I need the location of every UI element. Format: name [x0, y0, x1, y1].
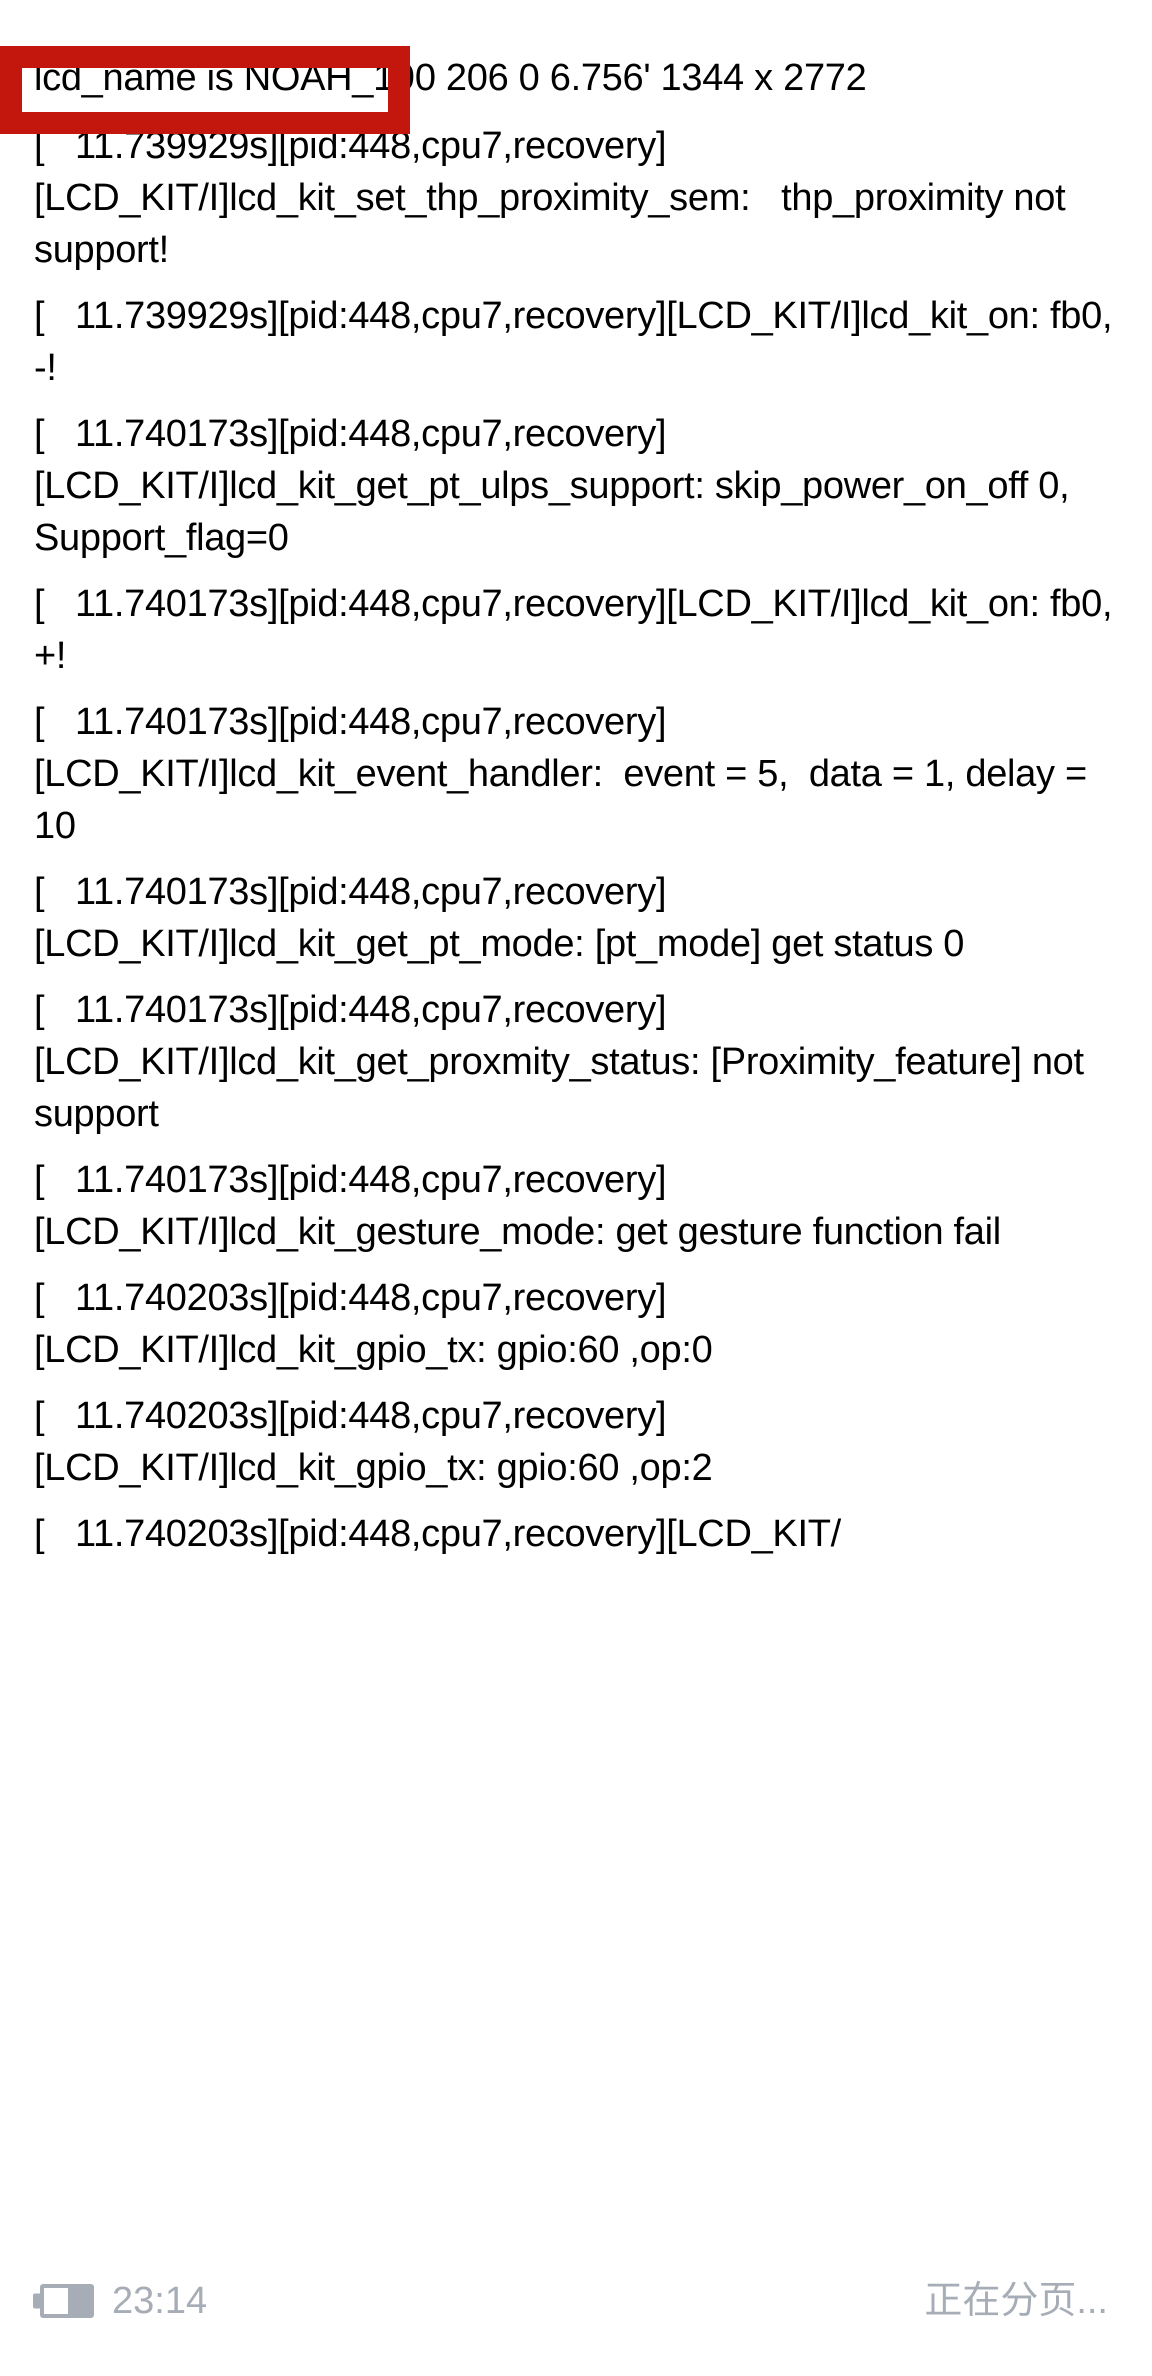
recovery-log-screen: lcd_name is NOAH_190 206 0 6.756' 1344 x…	[0, 0, 1152, 2376]
log-line: [ 11.740173s][pid:448,cpu7,recovery][LCD…	[34, 701, 1098, 847]
log-line: [ 11.740203s][pid:448,cpu7,recovery][LCD…	[34, 1513, 841, 1555]
paging-status-label: 正在分页...	[924, 2280, 1108, 2322]
log-line-lcd-name: lcd_name is NOAH_190 206 0 6.756' 1344 x…	[34, 57, 867, 99]
battery-icon	[40, 2284, 94, 2318]
status-bar-left: 23:14	[40, 2282, 207, 2320]
log-line: [ 11.740173s][pid:448,cpu7,recovery][LCD…	[34, 871, 965, 965]
log-line: [ 11.740203s][pid:448,cpu7,recovery][LCD…	[34, 1277, 713, 1371]
log-line: [ 11.739929s][pid:448,cpu7,recovery][LCD…	[34, 295, 1123, 389]
log-line: [ 11.740173s][pid:448,cpu7,recovery][LCD…	[34, 1159, 1001, 1253]
log-line: [ 11.740173s][pid:448,cpu7,recovery][LCD…	[34, 583, 1123, 677]
log-line: [ 11.740203s][pid:448,cpu7,recovery][LCD…	[34, 1395, 713, 1489]
log-output-area[interactable]: lcd_name is NOAH_190 206 0 6.756' 1344 x…	[0, 0, 1152, 2226]
clock-label: 23:14	[112, 2280, 208, 2322]
log-line: [ 11.740173s][pid:448,cpu7,recovery][LCD…	[34, 989, 1095, 1135]
status-bar: 23:14 正在分页...	[0, 2226, 1152, 2376]
log-line: [ 11.740173s][pid:448,cpu7,recovery][LCD…	[34, 413, 1080, 559]
battery-fill	[68, 2288, 90, 2314]
log-line: [ 11.739929s][pid:448,cpu7,recovery][LCD…	[34, 125, 1076, 271]
